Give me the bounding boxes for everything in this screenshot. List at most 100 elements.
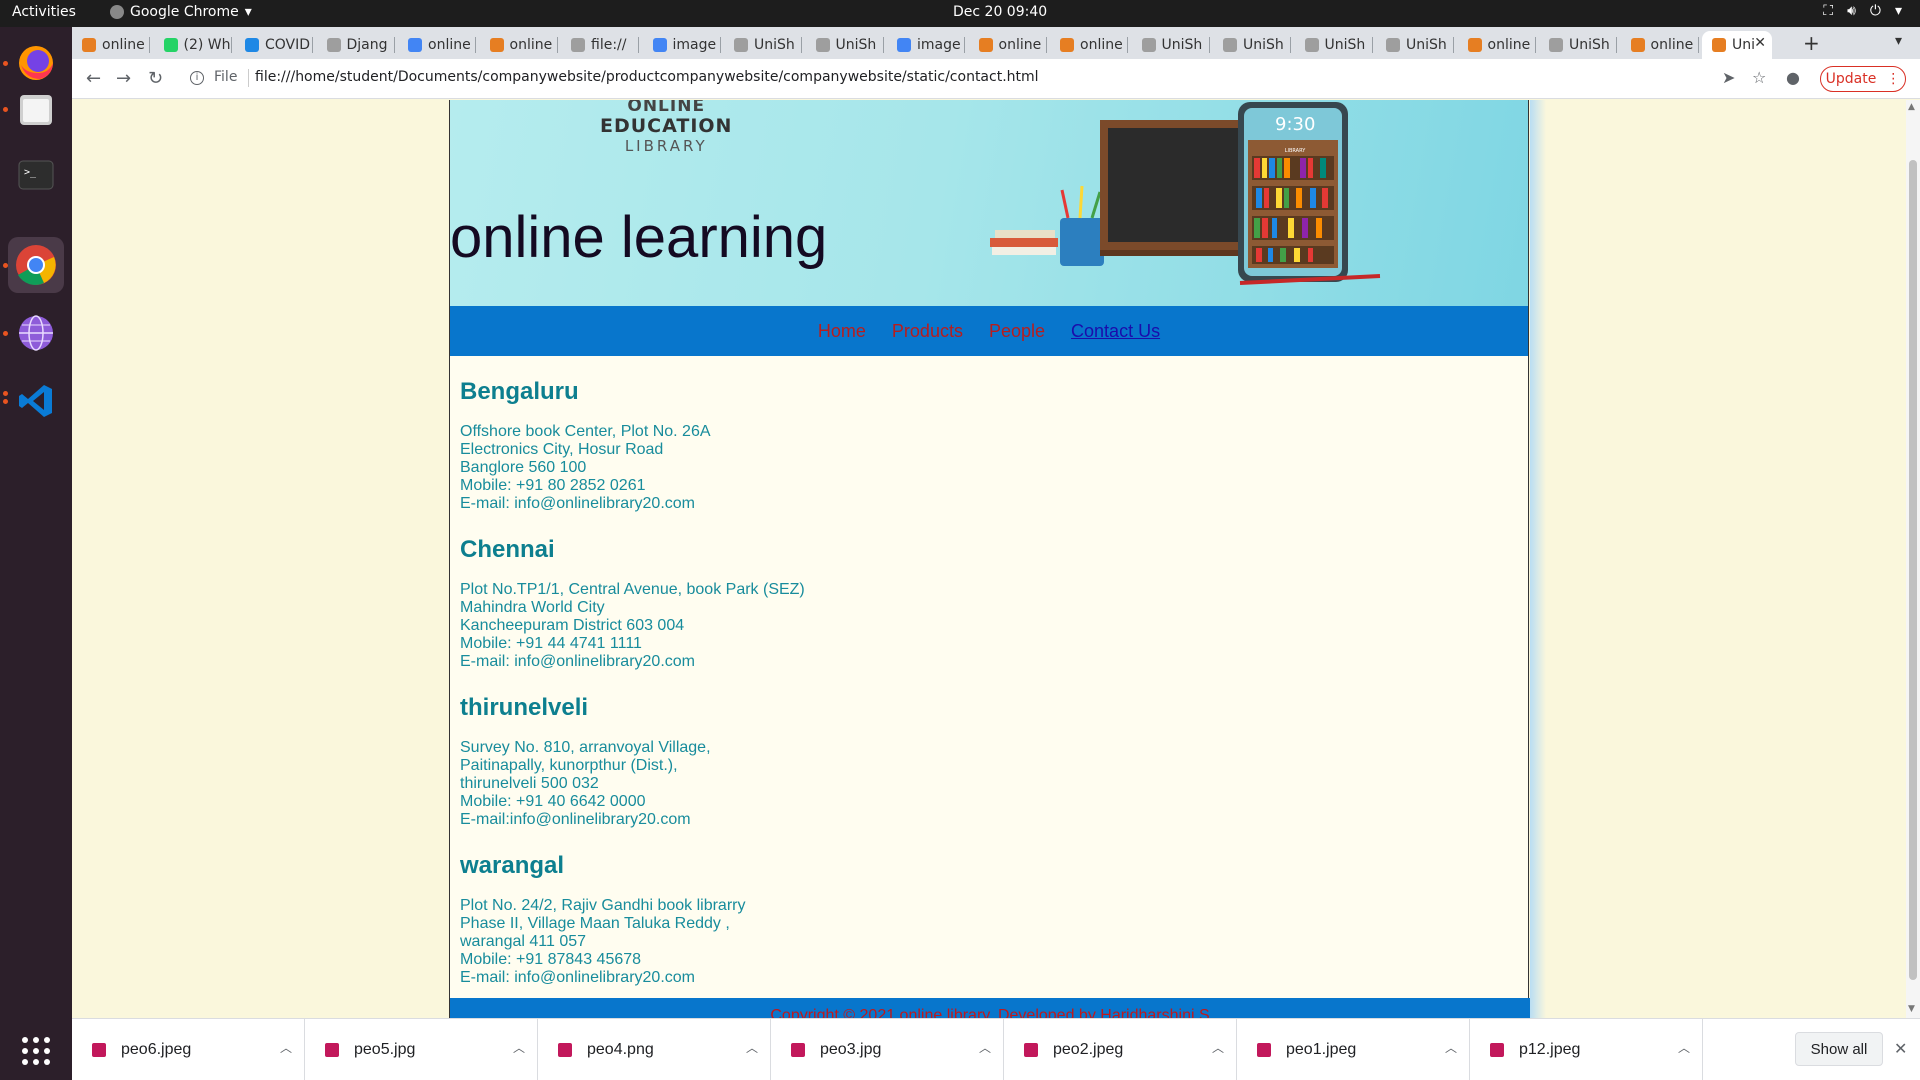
browser-tab[interactable]: online [1050,31,1128,59]
address-bar[interactable]: file:///home/student/Documents/companywe… [255,69,1039,85]
address-line: Mobile: +91 87843 45678 [460,951,642,968]
tab-separator [1290,37,1291,53]
browser-tab[interactable]: UniSh [724,31,802,59]
address-line: Electronics City, Hosur Road [460,441,664,458]
chevron-up-icon[interactable]: ︿ [1212,1039,1224,1056]
browser-tab[interactable]: (2) Wh [154,31,232,59]
address-line: Mobile: +91 44 4741 1111 [460,635,642,652]
tab-separator [312,37,313,53]
browser-tab[interactable]: UniSh [1213,31,1291,59]
clock[interactable]: Dec 20 09:40 [953,4,1047,20]
info-icon[interactable]: i [190,71,204,85]
close-icon[interactable]: ✕ [1894,1039,1907,1058]
nav-products[interactable]: Products [892,321,963,342]
browser-tab[interactable]: image [643,31,721,59]
file-chip[interactable]: File [214,69,237,85]
nav-contact-us[interactable]: Contact Us [1071,321,1160,342]
show-all-downloads-button[interactable]: Show all [1795,1032,1883,1066]
bookmark-star-icon[interactable]: ☆ [1752,68,1766,87]
chevron-up-icon[interactable]: ︿ [280,1039,292,1056]
running-indicator [3,391,8,396]
nav-home[interactable]: Home [818,321,866,342]
browser-tab[interactable]: UniSh [1132,31,1210,59]
chevron-up-icon[interactable]: ︿ [513,1039,525,1056]
library-illustration: 9:30 LIBRARY [990,102,1381,285]
address-line: Banglore 560 100 [460,459,587,476]
system-tray[interactable]: ⛶ 🔊︎ ⏻ ▾ [1823,3,1902,19]
browser-tab[interactable]: online [1621,31,1699,59]
chevron-up-icon[interactable]: ︿ [746,1039,758,1056]
download-item[interactable]: peo2.jpeg ︿ [1004,1019,1237,1080]
tablet-clock-text: 9:30 [1275,114,1315,135]
tab-separator [1045,37,1047,53]
download-filename: peo4.png [587,1041,654,1058]
office-block: Bengaluru Offshore book Center, Plot No. … [460,378,1518,513]
back-button[interactable]: ← [86,68,101,89]
tab-separator [719,37,721,53]
app-menu[interactable]: Google Chrome ▾ [110,4,252,20]
browser-tab[interactable]: UniSh [1295,31,1373,59]
tab-label: UniSh [1324,37,1366,53]
forward-button[interactable]: → [116,68,131,89]
tab-search-button[interactable]: ▾ [1895,33,1902,49]
browser-tab[interactable]: online [72,31,150,59]
running-indicator [3,61,8,66]
address-line: E-mail: info@onlinelibrary20.com [460,653,695,670]
download-filename: peo3.jpg [820,1041,882,1058]
activities-button[interactable]: Activities [12,4,76,20]
globe-favicon [1141,38,1156,52]
browser-tab[interactable]: online [969,31,1047,59]
scrollbar-thumb[interactable] [1909,160,1917,980]
folder-icon [20,95,52,125]
running-indicator [3,399,8,404]
new-tab-button[interactable]: + [1803,31,1820,55]
address-line: Plot No. 24/2, Rajiv Gandhi book librarr… [460,897,746,914]
chevron-up-icon[interactable]: ︿ [1678,1039,1690,1056]
reload-button[interactable]: ↻ [148,68,163,89]
image-file-icon [791,1043,805,1057]
globe-favicon [734,38,748,52]
address-line: E-mail:info@onlinelibrary20.com [460,811,691,828]
scroll-up-icon[interactable]: ▲ [1908,102,1915,112]
download-filename: peo1.jpeg [1286,1041,1357,1058]
show-applications-button[interactable] [8,1023,64,1079]
chevron-up-icon[interactable]: ︿ [1445,1039,1457,1056]
tab-strip: online (2) Wh COVID Djang online online file:/… [72,27,1920,59]
web-app-launcher[interactable] [8,305,64,361]
browser-tab[interactable]: online [398,31,476,59]
chrome-launcher[interactable] [8,237,64,293]
browser-tab[interactable]: UniSh [1376,31,1454,59]
browser-tab[interactable]: UniSh [1539,31,1617,59]
browser-tab[interactable]: image [887,31,965,59]
browser-tab[interactable]: COVID [235,31,313,59]
library-favicon [82,38,96,52]
update-button[interactable]: Update ⋮ [1820,66,1906,92]
download-item[interactable]: p12.jpeg ︿ [1470,1019,1703,1080]
browser-tab[interactable]: online [480,31,558,59]
download-item[interactable]: peo5.jpg ︿ [305,1019,538,1080]
browser-tab[interactable]: UniSh [806,31,884,59]
chevron-up-icon[interactable]: ︿ [979,1039,991,1056]
close-tab-icon[interactable]: ✕ [1754,35,1766,51]
download-item[interactable]: peo6.jpeg ︿ [72,1019,305,1080]
browser-tab[interactable]: file:// [561,31,639,59]
running-indicator [3,263,8,268]
download-item[interactable]: peo3.jpg ︿ [771,1019,1004,1080]
terminal-launcher[interactable]: >_ [8,147,64,203]
address-line: Survey No. 810, arranvoyal Village, [460,739,711,756]
browser-tab[interactable]: Djang [317,31,395,59]
tab-active[interactable]: Uni ✕ [1702,31,1772,59]
vscode-launcher[interactable] [8,373,64,429]
send-icon[interactable]: ➤ [1722,68,1735,87]
vertical-scrollbar[interactable]: ▲ ▼ [1906,100,1920,1018]
scroll-down-icon[interactable]: ▼ [1908,1004,1915,1014]
files-launcher[interactable] [8,81,64,137]
download-item[interactable]: peo1.jpeg ︿ [1237,1019,1470,1080]
address-line: thirunelveli 500 032 [460,775,599,792]
download-item[interactable]: peo4.png ︿ [538,1019,771,1080]
profile-icon[interactable]: ● [1786,68,1800,87]
contact-content: Bengaluru Offshore book Center, Plot No. … [450,356,1528,987]
nav-people[interactable]: People [989,321,1045,342]
browser-tab[interactable]: online [1458,31,1536,59]
address-line: Phase II, Village Maan Taluka Reddy , [460,915,730,932]
